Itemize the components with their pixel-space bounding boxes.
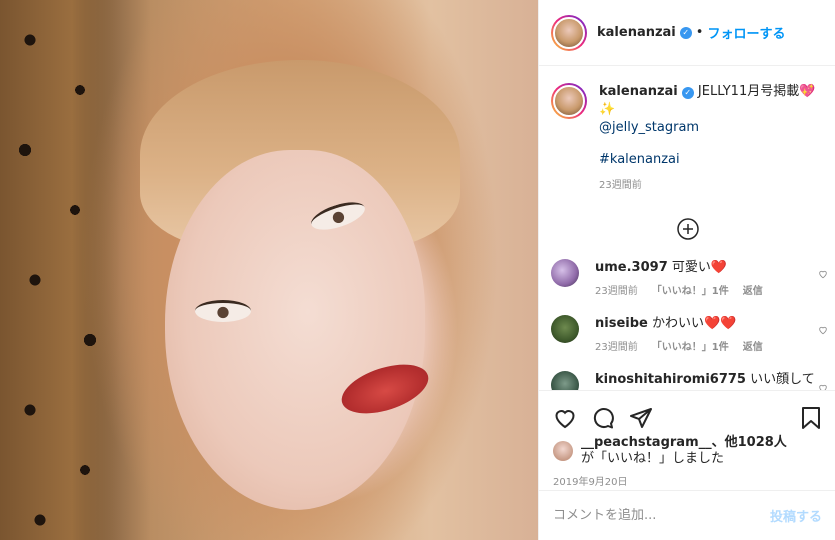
header-avatar[interactable] [551, 14, 587, 51]
avatar [553, 85, 585, 117]
share-send-icon[interactable] [629, 406, 653, 430]
post-comment-button[interactable]: 投稿する [770, 506, 822, 525]
comment-likes[interactable]: 「いいね！」1件 [652, 342, 729, 353]
bookmark-icon[interactable] [800, 406, 822, 430]
comment-like-heart-icon[interactable] [818, 325, 828, 335]
likes-summary[interactable]: __peachstagram__、他1028人 が「いいね！」しました [539, 435, 835, 467]
liker-avatar[interactable] [553, 441, 573, 461]
follow-button[interactable]: フォローする [707, 23, 785, 42]
comments-list[interactable]: kalenanzai ✓ JELLY11月号掲載💖✨ @jelly_stagram… [539, 67, 835, 390]
post-header: kalenanzai ✓ • フォローする [539, 0, 835, 66]
caption: kalenanzai ✓ JELLY11月号掲載💖✨ @jelly_stagram… [539, 67, 835, 195]
comment-username[interactable]: kinoshitahiromi6775 [595, 372, 746, 387]
reply-button[interactable]: 返信 [743, 342, 763, 353]
add-comment-bar: 投稿する [539, 490, 835, 540]
comment-time[interactable]: 23週間前 [595, 342, 638, 353]
comment-username[interactable]: ume.3097 [595, 260, 668, 275]
comment-item: ume.3097 可愛い❤️ 23週間前 「いいね！」1件 返信 [539, 259, 835, 301]
commenter-avatar[interactable] [551, 371, 579, 390]
comment-item: kinoshitahiromi6775 いい顔してる [539, 371, 835, 390]
post-side-panel: kalenanzai ✓ • フォローする kalenanzai ✓ JELLY1… [538, 0, 835, 540]
comment-bubble-icon[interactable] [591, 406, 615, 430]
commenter-avatar[interactable] [551, 259, 579, 287]
caption-avatar[interactable] [551, 83, 587, 119]
verified-icon: ✓ [679, 26, 692, 39]
comment-username[interactable]: niseibe [595, 316, 648, 331]
avatar [553, 16, 585, 49]
comment-like-heart-icon[interactable] [818, 269, 828, 279]
post-date[interactable]: 2019年9月20日 [539, 467, 835, 488]
like-heart-icon[interactable] [553, 406, 577, 430]
post-photo[interactable] [0, 0, 538, 540]
header-username[interactable]: kalenanzai [597, 25, 676, 40]
comment-time[interactable]: 23週間前 [595, 286, 638, 297]
comment-likes[interactable]: 「いいね！」1件 [652, 286, 729, 297]
comment-text: かわいい❤️❤️ [652, 316, 737, 331]
plus-circle-icon [676, 218, 699, 240]
caption-time[interactable]: 23週間前 [599, 177, 824, 195]
leopard-print-area [0, 0, 120, 540]
verified-icon: ✓ [681, 87, 694, 99]
face [165, 150, 425, 510]
comment-item: niseibe かわいい❤️❤️ 23週間前 「いいね！」1件 返信 [539, 315, 835, 357]
caption-hashtag[interactable]: #kalenanzai [599, 151, 824, 169]
likes-line-2: が「いいね！」しました [581, 451, 725, 466]
post-actions: __peachstagram__、他1028人 が「いいね！」しました 2019… [539, 390, 835, 490]
comment-input[interactable] [553, 508, 770, 523]
eye-left [195, 300, 251, 322]
reply-button[interactable]: 返信 [743, 286, 763, 297]
comment-like-heart-icon[interactable] [818, 383, 828, 390]
likes-line-1[interactable]: __peachstagram__、他1028人 [581, 435, 787, 451]
load-more-comments-button[interactable] [539, 217, 835, 241]
header-dot: • [695, 25, 704, 40]
comment-text: 可愛い❤️ [671, 260, 728, 275]
caption-mention[interactable]: @jelly_stagram [599, 119, 824, 137]
commenter-avatar[interactable] [551, 315, 579, 343]
caption-username[interactable]: kalenanzai [599, 84, 678, 99]
